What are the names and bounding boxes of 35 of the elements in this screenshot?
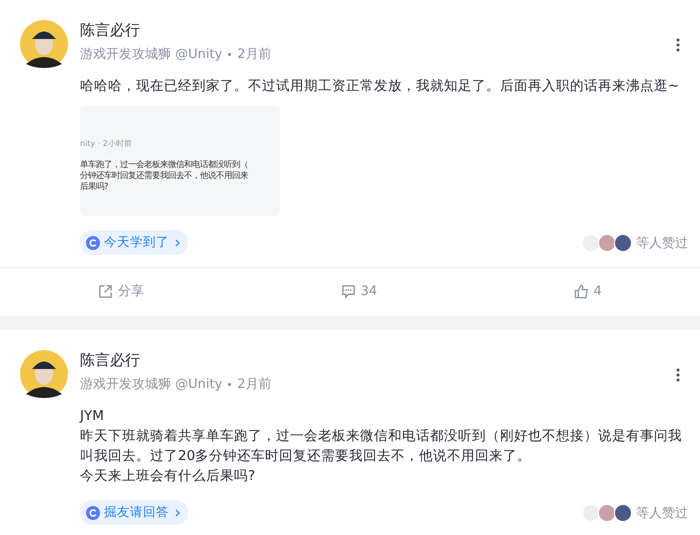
screenshot-text: 后果吗? [80,181,110,192]
share-button[interactable]: 分享 [94,278,148,304]
topic-icon [86,506,100,520]
screenshot-text: 单车跑了，过一会老板来微信和电话都没听到（ [80,159,249,170]
like-button[interactable]: 4 [570,278,606,304]
separator-dot [228,52,232,56]
post-text: 昨天下班就骑着共享单车跑了，过一会老板来微信和电话都没听到（刚好也不想接）说是有事问我叫我回去。过了20多分钟还车时回复还需要我回去不，他说不用回来了。 [80,427,683,466]
topic-tag[interactable]: 今天学到了 [80,230,188,255]
separator-dot [228,382,232,386]
screenshot-thumbnail[interactable]: nity · 2小时前 单车跑了，过一会老板来微信和电话都没听到（ 分钟还车时回复还需要我回去不，他说不用回来 后果吗? [80,106,280,216]
screenshot-text: 分钟还车时回复还需要我回去不，他说不用回来 [80,170,249,181]
liker-avatars [582,234,632,252]
author-title: 游戏开发攻城狮 @Unity [80,46,222,63]
post-text: JYM [80,407,105,426]
likers-text: 等人赞过 [636,234,688,252]
author-title: 游戏开发攻城狮 @Unity [80,376,222,393]
author-name[interactable]: 陈言必行 [80,21,656,40]
chevron-icon [175,508,180,516]
post-text: 哈哈哈，现在已经到家了。不过试用期工资正常发放，我就知足了。后面再入职的话再来沸点逛~ [80,77,680,96]
topic-icon [86,236,100,250]
avatar[interactable] [20,350,68,398]
chevron-icon [175,238,180,246]
thumbs-up-icon [574,284,589,298]
comment-button[interactable]: 34 [336,278,382,304]
topic-tag[interactable]: 掘友请回答 [80,500,188,525]
liker-avatars [582,504,632,522]
screenshot-meta: nity · 2小时前 [80,138,133,149]
post-time: 2月前 [237,46,272,63]
avatar[interactable] [20,20,68,68]
post-time: 2月前 [237,376,272,393]
comment-icon [340,284,356,298]
share-icon [98,284,114,298]
author-name[interactable]: 陈言必行 [80,351,656,370]
likers-text: 等人赞过 [636,504,688,522]
post-text: 今天来上班会有什么后果吗? [80,467,256,486]
